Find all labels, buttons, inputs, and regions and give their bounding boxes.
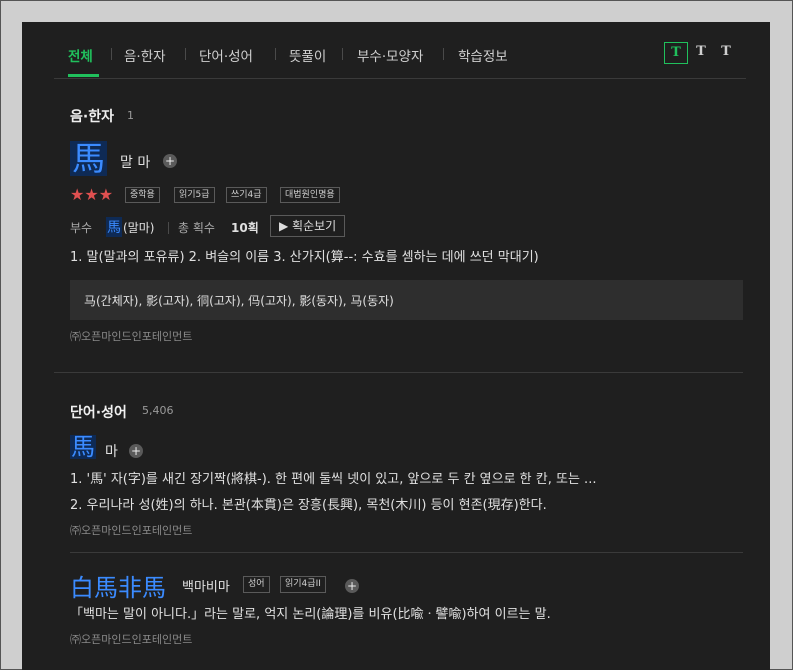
section-count: 5,406: [142, 404, 174, 417]
section-title-sound-hanja: 음·한자: [70, 109, 114, 125]
tab-sound-hanja[interactable]: 음·한자: [124, 45, 166, 65]
tab-radical-shape[interactable]: 부수·모양자: [357, 45, 423, 65]
tab-separator: [342, 48, 343, 60]
tab-separator: [111, 48, 112, 60]
tab-active-indicator: [68, 74, 99, 77]
tab-separator: [185, 48, 186, 60]
item-divider: [70, 552, 743, 553]
font-size-large-button[interactable]: T: [714, 42, 738, 64]
add-plus-icon[interactable]: +: [129, 444, 143, 458]
hanja-reading: 말 마: [120, 155, 151, 171]
stroke-count-value: 10획: [231, 221, 259, 235]
stroke-order-button[interactable]: ▶ 획순보기: [270, 215, 346, 237]
copyright-text: ㈜오픈마인드인포테인먼트: [70, 330, 193, 343]
hanja-main-character[interactable]: 馬: [70, 141, 107, 176]
idiom-hanja[interactable]: 白馬非馬: [70, 568, 166, 603]
stroke-count-label: 총 획수: [178, 221, 215, 235]
section-title-word-idiom: 단어·성어: [70, 405, 127, 421]
level-badge: 대법원인명용: [280, 187, 340, 203]
font-size-medium-button[interactable]: T: [689, 42, 713, 64]
tab-separator: [443, 48, 444, 60]
copyright-text: ㈜오픈마인드인포테인먼트: [70, 524, 193, 537]
tab-separator: [275, 48, 276, 60]
hanja-meanings: 1. 말(말과의 포유류) 2. 벼슬의 이름 3. 산가지(算--: 수효를 …: [70, 250, 539, 265]
copyright-text: ㈜오픈마인드인포테인먼트: [70, 633, 193, 646]
radical-reading: (말마): [123, 221, 155, 235]
idiom-definition: 「백마는 말이 아니다.」라는 말로, 억지 논리(論理)를 비유(比喩ㆍ譬喩)…: [70, 607, 551, 622]
radical-label: 부수: [70, 221, 93, 235]
tab-meaning[interactable]: 뜻풀이: [289, 45, 326, 65]
divider: [168, 222, 169, 234]
tab-bar: 전체 음·한자 단어·성어 뜻풀이 부수·모양자 학습정보 T T T: [54, 22, 746, 79]
level-badge: 읽기5급: [174, 187, 215, 203]
idiom-type-badge: 성어: [243, 576, 270, 593]
tab-study-info[interactable]: 학습정보: [458, 45, 508, 65]
difficulty-stars: ★★★: [70, 185, 114, 204]
add-plus-icon[interactable]: +: [345, 579, 359, 593]
variant-forms-text: 马(간체자), 影(고자), 㣚(고자), 㐷(고자), 影(동자), 马(동자…: [84, 294, 394, 308]
radical-character[interactable]: 馬: [106, 217, 122, 237]
section-count: 1: [127, 109, 134, 122]
font-size-small-button[interactable]: T: [664, 42, 688, 64]
dictionary-panel: 전체 음·한자 단어·성어 뜻풀이 부수·모양자 학습정보 T T T 음·한자…: [22, 22, 770, 670]
level-badge: 쓰기4급: [226, 187, 267, 203]
add-plus-icon[interactable]: +: [163, 154, 177, 168]
word-definition-2: 2. 우리나라 성(姓)의 하나. 본관(本貫)은 장흥(長興), 목천(木川)…: [70, 498, 547, 513]
idiom-level-badge: 읽기4급II: [280, 576, 326, 593]
word-reading: 마: [105, 444, 118, 460]
level-badge: 중학용: [125, 187, 160, 203]
tab-word-idiom[interactable]: 단어·성어: [199, 45, 253, 65]
word-hanja[interactable]: 馬: [70, 435, 96, 459]
section-divider: [54, 372, 743, 373]
tab-all[interactable]: 전체: [68, 45, 93, 65]
variant-forms-box: 马(간체자), 影(고자), 㣚(고자), 㐷(고자), 影(동자), 马(동자…: [70, 280, 743, 320]
word-definition-1: 1. '馬' 자(字)를 새긴 장기짝(將棋-). 한 편에 둘씩 넷이 있고,…: [70, 472, 597, 487]
idiom-reading: 백마비마: [182, 580, 230, 595]
